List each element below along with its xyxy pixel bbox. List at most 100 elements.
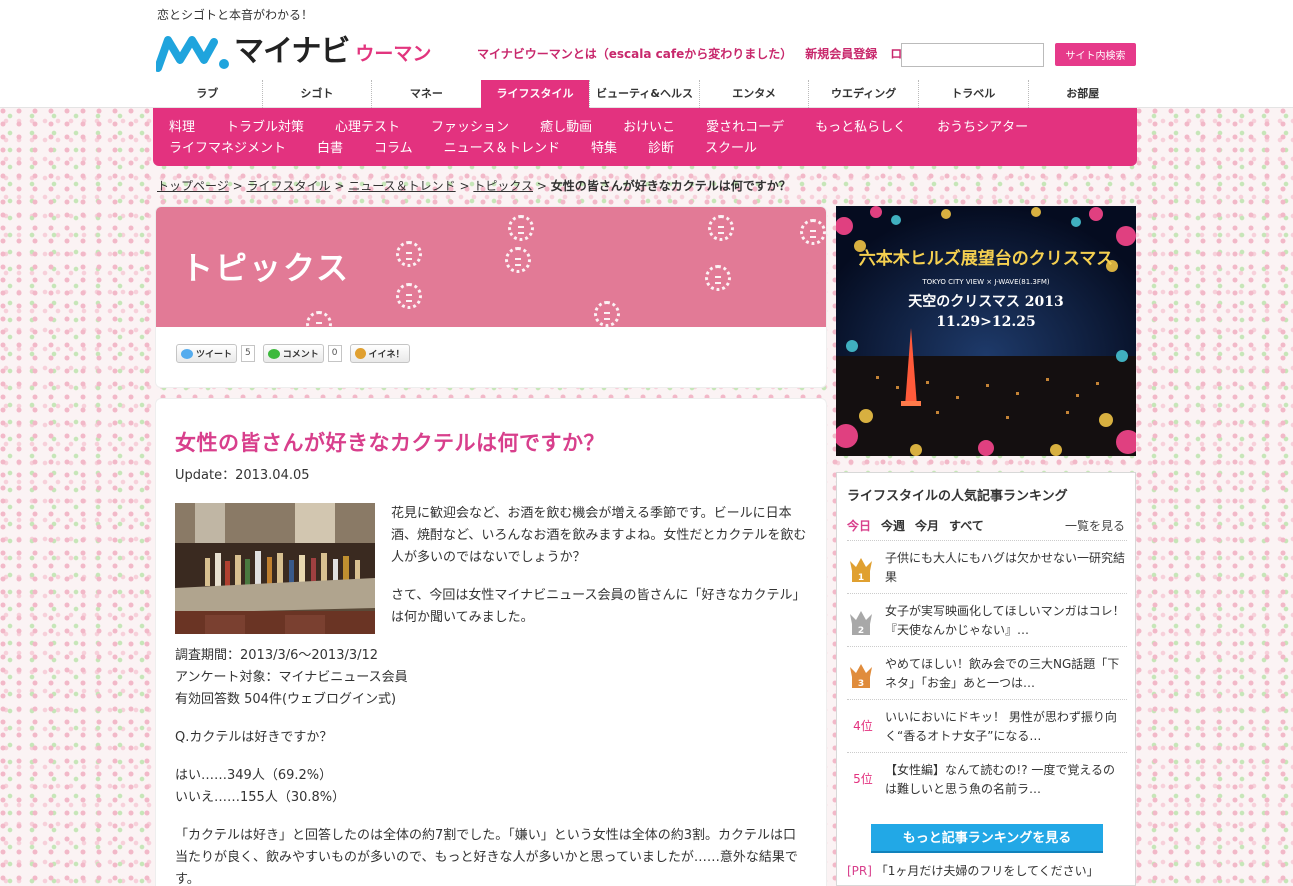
subnav-item[interactable]: スクール [705, 137, 757, 158]
search-button[interactable]: サイト内検索 [1055, 43, 1136, 66]
comment-label: コメント [282, 350, 319, 360]
ranking-list-link[interactable]: 一覧を見る [1065, 517, 1125, 534]
ornament-icon [396, 241, 422, 267]
article: 女性の皆さんが好きなカクテルは何ですか？ Update：2013.04.05 花… [155, 398, 827, 886]
comment-count: 0 [327, 345, 342, 362]
comment-button[interactable]: コメント [262, 344, 324, 363]
more-ranking-button[interactable]: もっと記事ランキングを見る [871, 824, 1103, 853]
ornament-icon [705, 265, 731, 291]
comment-icon [267, 348, 280, 359]
iine-label: イイネ！ [368, 350, 405, 360]
iine-icon [354, 348, 366, 359]
subnav-item[interactable]: ニュース＆トレンド [444, 137, 560, 158]
survey-target: アンケート対象：マイナビニュース会員 [175, 670, 408, 685]
subnav-item[interactable]: 診断 [648, 137, 674, 158]
banner-sub: TOKYO CITY VIEW × J-WAVE(81.3FM) [921, 278, 1050, 286]
subnav-item[interactable]: コラム [374, 137, 413, 158]
ornament-icon [708, 215, 734, 241]
tab-month[interactable]: 今月 [915, 517, 939, 534]
about-link[interactable]: マイナビウーマンとは（escala cafeから変わりました） [477, 45, 792, 62]
tab-today[interactable]: 今日 [847, 517, 871, 534]
nav-love[interactable]: ラブ [153, 80, 262, 108]
subnav-item[interactable]: 愛されコーデ [706, 116, 784, 137]
subnav-item[interactable]: おうちシアター [937, 116, 1028, 137]
subnav-item[interactable]: 特集 [591, 137, 617, 158]
survey-period: 調査期間：2013/3/6〜2013/3/12 [175, 648, 379, 663]
logo-mark-icon [156, 36, 229, 72]
search-input[interactable] [901, 43, 1044, 67]
nav-money[interactable]: マネー [371, 80, 481, 108]
ornament-icon [306, 311, 332, 337]
breadcrumb-separator: > [459, 179, 470, 193]
ranking-item[interactable]: 3 やめてほしい！飲み会での三大NG話題「下ネタ」「お金」あと一つは… [847, 646, 1127, 699]
ranking-item-text: 【女性編】なんて読むの!? 一度で覚えるのは難しいと思う魚の名前ラ… [885, 763, 1116, 796]
ranking-box: ライフスタイルの人気記事ランキング 今日 今週 今月 すべて 一覧を見る 1 子… [836, 472, 1136, 886]
sub-nav-row: 料理 トラブル対策 心理テスト ファッション 癒し動画 おけいこ 愛されコーデ … [169, 116, 1137, 137]
nav-room[interactable]: お部屋 [1027, 80, 1138, 108]
ranking-item[interactable]: 2 女子が実写映画化してほしいマンガはコレ！『天使なんかじゃない』… [847, 593, 1127, 646]
subnav-item[interactable]: 心理テスト [335, 116, 400, 137]
breadcrumb-separator: > [536, 179, 547, 193]
article-paragraph: 「カクテルは好き」と回答したのは全体の約7割でした。「嫌い」という女性は全体の約… [175, 828, 798, 886]
ranking-item-text: やめてほしい！飲み会での三大NG話題「下ネタ」「お金」あと一つは… [885, 657, 1120, 690]
ranking-list: 1 子供にも大人にもハグは欠かせない一研究結果 2 女子が実写映画化してほしいマ… [847, 540, 1127, 805]
tab-week[interactable]: 今週 [881, 517, 905, 534]
banner-image: 六本木ヒルズ展望台のクリスマス TOKYO CITY VIEW × J-WAVE… [836, 206, 1136, 456]
ranking-title: ライフスタイルの人気記事ランキング [847, 489, 1068, 504]
gold-crown-icon: 1 [850, 558, 872, 583]
tab-all[interactable]: すべて [949, 517, 984, 534]
ranking-item[interactable]: 4位 いいにおいにドキッ！ 男性が思わず振り向く“香るオトナ女子”になる… [847, 699, 1127, 752]
ranking-tabs: 今日 今週 今月 すべて [847, 517, 984, 534]
pr-text: 「1ヶ月だけ夫婦のフリをしてください」 [875, 864, 1099, 878]
subnav-item[interactable]: ライフマネジメント [169, 137, 286, 158]
subnav-item[interactable]: トラブル対策 [226, 116, 304, 137]
ranking-item-text: 女子が実写映画化してほしいマンガはコレ！『天使なんかじゃない』… [885, 604, 1125, 637]
silver-crown-icon: 2 [850, 611, 872, 636]
nav-travel[interactable]: トラベル [917, 80, 1028, 108]
survey-answer: はい……349人（69.2%） [175, 768, 333, 783]
subnav-item[interactable]: もっと私らしく [815, 116, 906, 137]
subnav-item[interactable]: ファッション [431, 116, 509, 137]
article-body: 花見に歓迎会など、お酒を飲む機会が増える季節です。ビールに日本酒、焼酎など、いろ… [175, 503, 809, 886]
breadcrumb: トップページ > ライフスタイル > ニュース＆トレンド > トピックス > 女… [157, 177, 791, 194]
global-nav: ラブ シゴト マネー ライフスタイル ビューティ&ヘルス エンタメ ウエディング… [153, 80, 1137, 108]
breadcrumb-link[interactable]: トップページ [157, 179, 229, 193]
banner-title: 天空のクリスマス 2013 [908, 293, 1063, 310]
banner-headline: 六本木ヒルズ展望台のクリスマス [859, 248, 1114, 269]
nav-wedding[interactable]: ウエディング [808, 80, 918, 108]
article-date: Update：2013.04.05 [175, 468, 310, 483]
article-title: 女性の皆さんが好きなカクテルは何ですか？ [175, 431, 605, 455]
nav-entertainment[interactable]: エンタメ [698, 80, 809, 108]
subnav-item[interactable]: 料理 [169, 116, 195, 137]
site-logo[interactable]: マイナビ ウーマン [156, 28, 431, 72]
ornament-icon [800, 219, 826, 245]
sub-nav-row: ライフマネジメント 白書 コラム ニュース＆トレンド 特集 診断 スクール [169, 137, 1137, 158]
ranking-item-text: 子供にも大人にもハグは欠かせない一研究結果 [885, 551, 1126, 584]
subnav-item[interactable]: 癒し動画 [540, 116, 592, 137]
nav-work[interactable]: シゴト [261, 80, 372, 108]
iine-button[interactable]: イイネ！ [349, 344, 410, 363]
nav-lifestyle[interactable]: ライフスタイル [480, 80, 590, 108]
breadcrumb-separator: > [334, 179, 345, 193]
pr-link[interactable]: [PR] 「1ヶ月だけ夫婦のフリをしてください」 [847, 862, 1099, 879]
breadcrumb-current: 女性の皆さんが好きなカクテルは何ですか？ [550, 179, 791, 193]
ranking-item[interactable]: 1 子供にも大人にもハグは欠かせない一研究結果 [847, 540, 1127, 593]
breadcrumb-link[interactable]: ライフスタイル [246, 179, 330, 193]
christmas-banner-ad[interactable]: 六本木ヒルズ展望台のクリスマス TOKYO CITY VIEW × J-WAVE… [836, 206, 1136, 456]
subnav-item[interactable]: 白書 [317, 137, 343, 158]
twitter-icon [181, 348, 193, 359]
ornament-icon [396, 283, 422, 309]
rank-number: 3 [858, 679, 864, 689]
tagline: 恋とシゴトと本音がわかる！ [157, 8, 314, 22]
nav-beauty[interactable]: ビューティ&ヘルス [589, 80, 699, 108]
breadcrumb-link[interactable]: トピックス [473, 179, 533, 193]
breadcrumb-link[interactable]: ニュース＆トレンド [348, 179, 455, 193]
ornament-icon [505, 247, 531, 273]
share-bar: ツイート 5 コメント 0 イイネ！ [176, 344, 410, 363]
subnav-item[interactable]: おけいこ [623, 116, 675, 137]
tweet-button[interactable]: ツイート [176, 344, 238, 363]
ranking-item[interactable]: 5位 【女性編】なんて読むの!? 一度で覚えるのは難しいと思う魚の名前ラ… [847, 752, 1127, 805]
ranking-item-text: いいにおいにドキッ！ 男性が思わず振り向く“香るオトナ女子”になる… [885, 710, 1117, 743]
register-link[interactable]: 新規会員登録 [805, 45, 877, 62]
header-links: マイナビウーマンとは（escala cafeから変わりました） 新規会員登録 ロ… [477, 45, 938, 62]
